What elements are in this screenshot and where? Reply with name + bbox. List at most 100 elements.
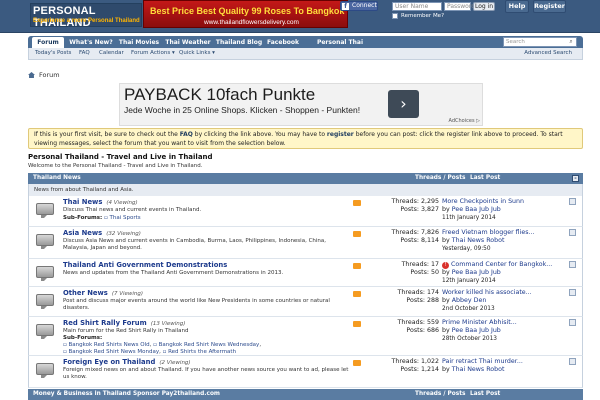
last-post-user[interactable]: Thai News Robot xyxy=(452,366,505,373)
forum-name[interactable]: Other News xyxy=(63,289,108,297)
subnav-forum-actions[interactable]: Forum Actions ▾ xyxy=(131,48,175,59)
subnav-quick-links[interactable]: Quick Links ▾ xyxy=(179,48,215,59)
remember-me-checkbox[interactable] xyxy=(392,13,398,19)
forum-stats: Threads: 17 Posts: 50 xyxy=(367,261,439,277)
site-logo[interactable]: PERSONAL THAILAND Experience a more Pers… xyxy=(30,3,142,29)
rss-icon[interactable] xyxy=(353,263,361,269)
viewing-count: (2 Viewing) xyxy=(159,360,191,366)
tab-thai-weather[interactable]: Thai Weather xyxy=(164,37,212,48)
subforum-link[interactable]: ▫ Bangkok Red Shirt News Wednesday xyxy=(153,342,259,348)
go-to-last-post-icon[interactable] xyxy=(569,229,576,236)
go-to-last-post-icon[interactable] xyxy=(569,198,576,205)
tab-whats-new[interactable]: What's New? xyxy=(69,37,113,48)
forum-link-thai-news[interactable]: Thai News (4 Viewing) xyxy=(63,198,138,206)
subnav-todays-posts[interactable]: Today's Posts xyxy=(35,48,71,59)
forum-description: Post and discuss major events around the… xyxy=(63,298,330,311)
subnav-calendar[interactable]: Calendar xyxy=(99,48,124,59)
go-to-last-post-icon[interactable] xyxy=(569,261,576,268)
notice-text-1: If this is your first visit, be sure to … xyxy=(34,131,180,138)
subforum-name[interactable]: Red Shirts the Aftermath xyxy=(168,349,236,355)
advanced-search-link[interactable]: Advanced Search xyxy=(524,48,572,59)
forum-name[interactable]: Thailand Anti Government Demonstrations xyxy=(63,261,227,269)
last-post-user[interactable]: Pee Baa Jub Jub xyxy=(452,206,501,213)
post-count: Posts: 1,214 xyxy=(400,366,439,373)
subforum-link[interactable]: ▫ Bangkok Red Shirt News Monday xyxy=(63,349,159,355)
rss-icon[interactable] xyxy=(353,291,361,297)
subnav-faq[interactable]: FAQ xyxy=(79,48,90,59)
last-post-title[interactable]: More Checkpoints in Sunn xyxy=(442,198,582,206)
forum-link-asia-news[interactable]: Asia News (32 Viewing) xyxy=(63,229,141,237)
subforum-name[interactable]: Bangkok Red Shirt News Wednesday xyxy=(159,342,260,348)
subforum-name[interactable]: Bangkok Red Shirt News Monday xyxy=(68,349,159,355)
tab-thailand-blog[interactable]: Thailand Blog xyxy=(215,37,263,48)
home-icon[interactable] xyxy=(28,72,35,78)
tab-thai-movies[interactable]: Thai Movies xyxy=(117,37,161,48)
forum-status-icon xyxy=(36,363,54,378)
last-post-user[interactable]: Thai News Robot xyxy=(452,237,505,244)
register-button[interactable]: Register xyxy=(533,0,566,13)
last-post-title[interactable]: Freed Vietnam blogger flies... xyxy=(442,229,582,237)
forum-name[interactable]: Red Shirt Rally Forum xyxy=(63,319,147,327)
subforum-link[interactable]: ▫ Thai Sports xyxy=(104,215,141,221)
breadcrumb-forum[interactable]: Forum xyxy=(39,71,60,79)
forum-row-foreign-eye: Foreign Eye on Thailand (2 Viewing) Forei… xyxy=(28,356,583,388)
forum-link-red-shirt-rally[interactable]: Red Shirt Rally Forum (13 Viewing) xyxy=(63,319,185,327)
last-post-user[interactable]: Pee Baa Jub Jub xyxy=(452,327,501,334)
forum-name[interactable]: Foreign Eye on Thailand xyxy=(63,358,155,366)
forum-stats: Threads: 559 Posts: 686 xyxy=(367,319,439,335)
notice-faq-link[interactable]: FAQ xyxy=(180,131,193,138)
forum-row-anti-government: Thailand Anti Government Demonstrations … xyxy=(28,259,583,287)
password-input[interactable]: Password xyxy=(444,2,475,11)
last-post: Pair retract Thai murder... by Thai News… xyxy=(442,358,582,374)
last-post-title[interactable]: Worker killed his associate... xyxy=(442,289,582,297)
forum-name[interactable]: Asia News xyxy=(63,229,102,237)
last-post: Freed Vietnam blogger flies... by Thai N… xyxy=(442,229,582,253)
category-name[interactable]: Money & Business in Thailand Sponsor Pay… xyxy=(33,391,220,397)
alert-icon: ! xyxy=(442,262,449,269)
last-post-title[interactable]: Command Center for Bangkok... xyxy=(451,261,552,268)
help-button[interactable]: Help xyxy=(505,0,529,13)
last-post-user[interactable]: Pee Baa Jub Jub xyxy=(452,269,501,276)
go-to-last-post-icon[interactable] xyxy=(569,289,576,296)
forum-link-anti-government[interactable]: Thailand Anti Government Demonstrations xyxy=(63,261,227,269)
last-post-title[interactable]: Prime Minister Abhisit... xyxy=(442,319,582,327)
login-button[interactable]: Log in xyxy=(473,2,495,11)
tab-facebook[interactable]: Facebook xyxy=(266,37,300,48)
forum-link-foreign-eye[interactable]: Foreign Eye on Thailand (2 Viewing) xyxy=(63,358,191,366)
notice-register-link[interactable]: register xyxy=(327,131,354,138)
logo-tagline: Experience a more Personal Thailand xyxy=(33,18,140,24)
forum-status-icon xyxy=(36,234,54,249)
forum-row-thai-news: Thai News (4 Viewing) Discuss Thai news a… xyxy=(28,196,583,227)
facebook-connect-button[interactable]: f Connect xyxy=(340,1,378,11)
category-name[interactable]: Thailand News xyxy=(33,175,81,181)
subforum-link[interactable]: ▫ Bangkok Red Shirts News Old xyxy=(63,342,150,348)
tab-forum[interactable]: Forum xyxy=(32,37,64,48)
last-post-user[interactable]: Abbey Den xyxy=(452,297,487,304)
collapse-toggle-icon[interactable]: - xyxy=(572,175,579,182)
tab-personal-thai-youtube[interactable]: Personal Thai Youtube xyxy=(304,37,376,57)
forum-link-other-news[interactable]: Other News (7 Viewing) xyxy=(63,289,143,297)
subforum-name[interactable]: Bangkok Red Shirts News Old xyxy=(68,342,149,348)
forum-name[interactable]: Thai News xyxy=(63,198,102,206)
adchoices-label[interactable]: AdChoices ▷ xyxy=(449,118,480,124)
rss-icon[interactable] xyxy=(353,231,361,237)
last-post-title[interactable]: Pair retract Thai murder... xyxy=(442,358,582,366)
viewing-count: (7 Viewing) xyxy=(111,291,144,297)
subforum-link[interactable]: ▫ Red Shirts the Aftermath xyxy=(163,349,236,355)
payback-ad[interactable]: PAYBACK 10fach Punkte Jede Woche in 25 O… xyxy=(119,83,483,126)
last-post: Prime Minister Abhisit... by Pee Baa Jub… xyxy=(442,319,582,343)
username-input[interactable]: User Name xyxy=(392,2,442,11)
post-count: Posts: 50 xyxy=(410,269,439,276)
rss-icon[interactable] xyxy=(353,200,361,206)
go-to-last-post-icon[interactable] xyxy=(569,358,576,365)
go-to-last-post-icon[interactable] xyxy=(569,319,576,326)
forum-description: Discuss Thai news and current events in … xyxy=(63,207,202,213)
search-icon[interactable]: ⌕ xyxy=(567,38,575,46)
rss-icon[interactable] xyxy=(353,321,361,327)
search-input[interactable]: Search xyxy=(503,37,577,47)
subforum-name[interactable]: Thai Sports xyxy=(109,215,140,221)
header-ad-banner[interactable]: Best Price Best Quality 99 Roses To Bang… xyxy=(143,0,348,28)
subforums-label: Sub-Forums: xyxy=(63,215,103,221)
ad-arrow-icon[interactable]: › xyxy=(388,90,419,118)
rss-icon[interactable] xyxy=(353,360,361,366)
